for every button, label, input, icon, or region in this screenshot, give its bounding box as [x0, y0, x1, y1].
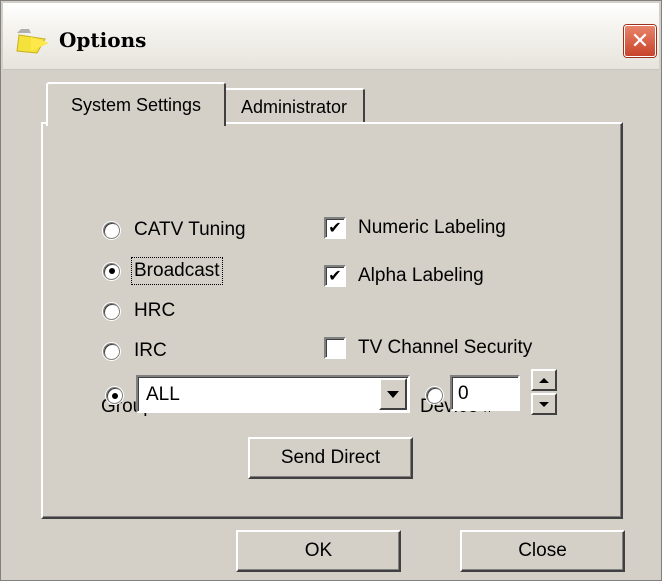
device-number-input[interactable]: 0 — [450, 375, 520, 411]
checkbox[interactable]: ✔ — [324, 265, 346, 287]
spin-down-button[interactable] — [531, 393, 557, 415]
check-icon: ✔ — [328, 218, 342, 237]
radio-dot — [108, 268, 115, 274]
radio-button[interactable] — [103, 302, 120, 320]
checkbox[interactable] — [324, 337, 346, 359]
arrow-down-icon — [539, 401, 549, 407]
radio-catv-tuning[interactable]: CATV Tuning — [103, 219, 246, 241]
checkbox-label: Alpha Labeling — [358, 265, 484, 286]
group-name-value: ALL — [146, 384, 180, 405]
tab-label: System Settings — [70, 94, 202, 115]
radio-label: CATV Tuning — [134, 219, 246, 240]
chevron-down-icon — [387, 390, 399, 398]
group-name-dropdown[interactable]: ALL — [136, 375, 410, 413]
checkbox-label: Numeric Labeling — [358, 217, 506, 238]
send-direct-button[interactable]: Send Direct — [248, 437, 413, 479]
button-label: Send Direct — [280, 447, 381, 468]
radio-hrc[interactable]: HRC — [103, 300, 175, 322]
close-button[interactable]: Close — [460, 530, 625, 572]
close-window-button[interactable]: ✕ — [624, 25, 656, 57]
checkbox-alpha-labeling[interactable]: ✔ Alpha Labeling — [324, 265, 484, 287]
checkbox[interactable]: ✔ — [324, 217, 346, 239]
options-dialog: Options ✕ System Settings Administrator … — [0, 0, 662, 581]
radio-group-name[interactable] — [106, 387, 123, 404]
dropdown-button[interactable] — [379, 378, 407, 410]
arrow-up-icon — [539, 377, 549, 383]
radio-label: Broadcast — [131, 257, 223, 285]
dialog-client: System Settings Administrator CATV Tunin… — [3, 70, 659, 578]
radio-button[interactable] — [103, 221, 120, 239]
tab-system-settings[interactable]: System Settings — [46, 82, 226, 126]
radio-dot — [111, 392, 118, 399]
dialog-title: Options — [59, 28, 147, 52]
check-icon: ✔ — [328, 266, 342, 285]
ok-button[interactable]: OK — [236, 530, 401, 572]
device-number-value: 0 — [458, 383, 469, 404]
spin-up-button[interactable] — [531, 369, 557, 391]
button-label: Close — [518, 540, 567, 561]
close-icon: ✕ — [630, 28, 650, 54]
tab-label: Administrator — [240, 96, 348, 117]
folder-arrow-icon — [16, 29, 49, 54]
checkbox-numeric-labeling[interactable]: ✔ Numeric Labeling — [324, 217, 506, 239]
radio-label: IRC — [134, 340, 167, 361]
radio-device-number[interactable] — [426, 387, 443, 404]
checkbox-tv-channel-security[interactable]: TV Channel Security — [324, 337, 532, 359]
tab-administrator[interactable]: Administrator — [223, 88, 365, 124]
radio-broadcast[interactable]: Broadcast — [103, 257, 223, 285]
button-label: OK — [304, 540, 333, 561]
title-bar[interactable]: Options ✕ — [3, 3, 659, 70]
radio-button[interactable] — [103, 262, 120, 280]
radio-irc[interactable]: IRC — [103, 340, 167, 362]
radio-button[interactable] — [103, 342, 120, 360]
checkbox-label: TV Channel Security — [358, 337, 533, 358]
radio-label: HRC — [134, 300, 176, 321]
